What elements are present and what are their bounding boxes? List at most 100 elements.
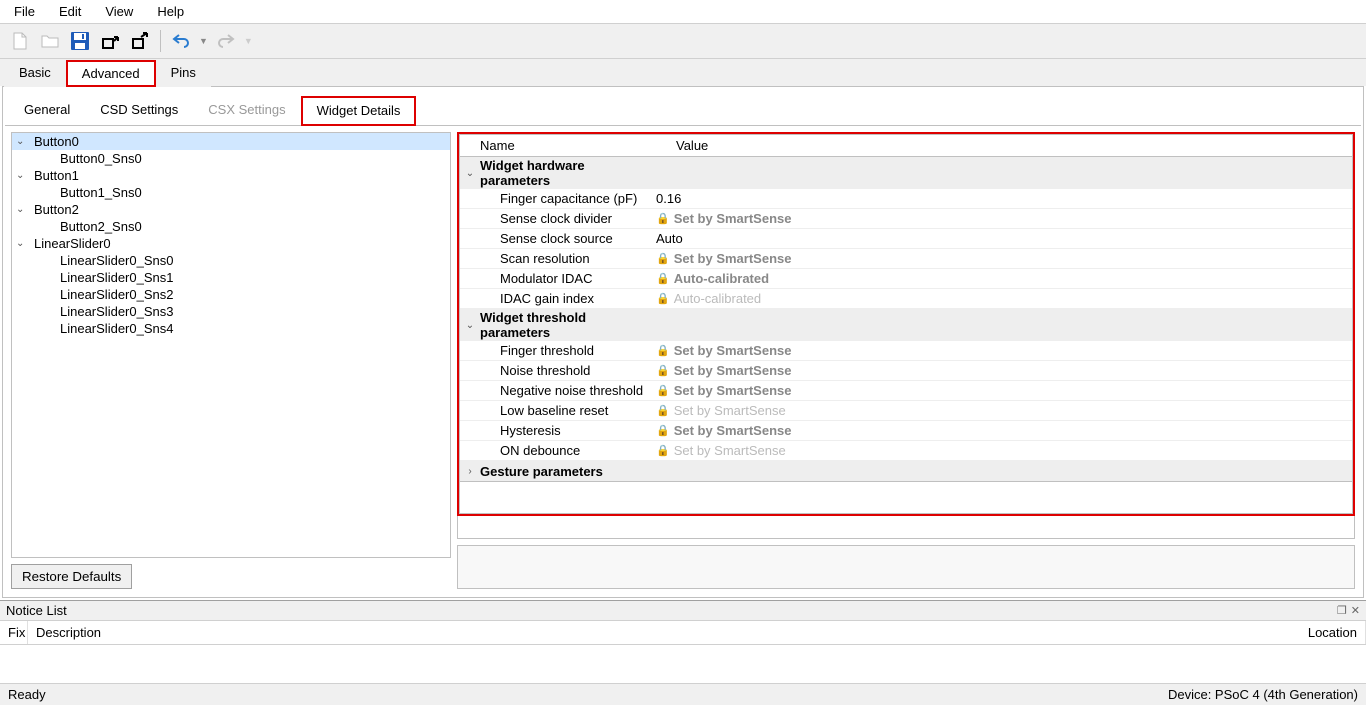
property-name: Sense clock divider <box>480 209 650 228</box>
tree-item-child[interactable]: Button2_Sns0 <box>12 218 450 235</box>
property-row[interactable]: Noise threshold🔒Set by SmartSense <box>460 361 1352 381</box>
property-grid-header: Name Value <box>460 135 1352 157</box>
tab-advanced[interactable]: Advanced <box>66 60 156 87</box>
status-right: Device: PSoC 4 (4th Generation) <box>1168 687 1358 702</box>
tree-item-parent[interactable]: ⌄Button0 <box>12 133 450 150</box>
tree-item-child[interactable]: LinearSlider0_Sns3 <box>12 303 450 320</box>
lock-icon: 🔒 <box>656 424 670 437</box>
tree-item-child[interactable]: LinearSlider0_Sns4 <box>12 320 450 337</box>
tree-item-label: Button1 <box>34 168 79 183</box>
property-value: Set by SmartSense <box>674 403 786 418</box>
menu-file[interactable]: File <box>4 2 45 21</box>
property-group-row[interactable]: ⌄Widget hardware parameters <box>460 157 1352 189</box>
undo-icon[interactable] <box>169 29 193 53</box>
menu-help[interactable]: Help <box>147 2 194 21</box>
property-value[interactable]: Auto <box>656 231 683 246</box>
new-file-icon[interactable] <box>8 29 32 53</box>
property-group-row[interactable]: ⌄Widget threshold parameters <box>460 309 1352 341</box>
property-row[interactable]: Finger capacitance (pF) 0.16 <box>460 189 1352 209</box>
menu-edit[interactable]: Edit <box>49 2 91 21</box>
subtab-csd-settings[interactable]: CSD Settings <box>85 96 193 126</box>
property-name: Negative noise threshold <box>480 381 650 400</box>
property-header-value: Value <box>670 135 1352 156</box>
property-row[interactable]: Low baseline reset🔒Set by SmartSense <box>460 401 1352 421</box>
property-group-row[interactable]: ›Gesture parameters <box>460 461 1352 481</box>
notice-restore-icon[interactable]: ❐ <box>1337 604 1347 617</box>
menu-view[interactable]: View <box>95 2 143 21</box>
property-name: Low baseline reset <box>480 401 650 420</box>
tree-item-child[interactable]: Button1_Sns0 <box>12 184 450 201</box>
notice-col-location[interactable]: Location <box>1286 621 1366 644</box>
menubar: File Edit View Help <box>0 0 1366 23</box>
notice-title-bar: Notice List ❐ ✕ <box>0 601 1366 620</box>
chevron-icon[interactable]: ⌄ <box>460 157 480 189</box>
chevron-down-icon: ⌄ <box>16 238 28 249</box>
property-row[interactable]: Scan resolution🔒Set by SmartSense <box>460 249 1352 269</box>
export-icon[interactable] <box>128 29 152 53</box>
property-group-title: Widget hardware parameters <box>480 157 650 189</box>
tree-item-parent[interactable]: ⌄ Button2 <box>12 201 450 218</box>
tree-item-label: LinearSlider0_Sns1 <box>60 270 173 285</box>
property-grid[interactable]: Name Value ⌄Widget hardware parametersFi… <box>459 134 1353 482</box>
lock-icon: 🔒 <box>656 384 670 397</box>
widget-tree[interactable]: ⌄Button0Button0_Sns0⌄Button1Button1_Sns0… <box>11 132 451 558</box>
tree-item-child[interactable]: LinearSlider0_Sns2 <box>12 286 450 303</box>
notice-col-fix[interactable]: Fix <box>0 621 28 644</box>
property-row[interactable]: Modulator IDAC🔒Auto-calibrated <box>460 269 1352 289</box>
chevron-down-icon: ⌄ <box>16 204 28 215</box>
property-grid-highlight: Name Value ⌄Widget hardware parametersFi… <box>457 132 1355 516</box>
property-value: Set by SmartSense <box>674 363 792 378</box>
property-name: IDAC gain index <box>480 289 650 308</box>
main-tabbar: Basic Advanced Pins <box>0 59 1366 86</box>
subtab-widget-details[interactable]: Widget Details <box>301 96 417 126</box>
property-description-box <box>457 545 1355 589</box>
notice-title-label: Notice List <box>6 603 67 618</box>
tree-item-parent[interactable]: ⌄LinearSlider0 <box>12 235 450 252</box>
open-folder-icon[interactable] <box>38 29 62 53</box>
tree-item-child[interactable]: Button0_Sns0 <box>12 150 450 167</box>
property-name: Sense clock source <box>480 229 650 248</box>
left-pane: ⌄Button0Button0_Sns0⌄Button1Button1_Sns0… <box>11 132 451 589</box>
lock-icon: 🔒 <box>656 344 670 357</box>
property-value: Set by SmartSense <box>674 211 792 226</box>
property-row[interactable]: Sense clock divider 🔒 Set by SmartSense <box>460 209 1352 229</box>
property-row[interactable]: Negative noise threshold🔒Set by SmartSen… <box>460 381 1352 401</box>
save-icon[interactable] <box>68 29 92 53</box>
redo-icon[interactable] <box>214 29 238 53</box>
tree-item-child[interactable]: LinearSlider0_Sns0 <box>12 252 450 269</box>
tab-pins[interactable]: Pins <box>156 60 211 87</box>
property-row[interactable]: Sense clock source Auto <box>460 229 1352 249</box>
chevron-icon[interactable]: › <box>460 461 480 481</box>
property-value[interactable]: 0.16 <box>656 191 681 206</box>
property-row[interactable]: ON debounce🔒Set by SmartSense <box>460 441 1352 461</box>
notice-close-icon[interactable]: ✕ <box>1351 604 1360 617</box>
notice-col-description[interactable]: Description <box>28 621 1286 644</box>
property-name: Noise threshold <box>480 361 650 380</box>
lock-icon: 🔒 <box>656 212 670 225</box>
notice-panel: Notice List ❐ ✕ Fix Description Location <box>0 600 1366 683</box>
property-row[interactable]: IDAC gain index🔒Auto-calibrated <box>460 289 1352 309</box>
tree-item-label: Button2_Sns0 <box>60 219 142 234</box>
tree-item-child[interactable]: LinearSlider0_Sns1 <box>12 269 450 286</box>
property-name: Modulator IDAC <box>480 269 650 288</box>
undo-dropdown-icon[interactable]: ▼ <box>199 36 208 46</box>
tree-item-label: Button2 <box>34 202 79 217</box>
property-header-name: Name <box>480 135 670 156</box>
status-bar: Ready Device: PSoC 4 (4th Generation) <box>0 683 1366 705</box>
subtab-general[interactable]: General <box>9 96 85 126</box>
redo-dropdown-icon[interactable]: ▼ <box>244 36 253 46</box>
content-pane: General CSD Settings CSX Settings Widget… <box>2 86 1364 598</box>
property-name: Finger capacitance (pF) <box>480 189 650 208</box>
tab-basic[interactable]: Basic <box>4 60 66 87</box>
tree-item-parent[interactable]: ⌄Button1 <box>12 167 450 184</box>
import-icon[interactable] <box>98 29 122 53</box>
chevron-icon[interactable]: ⌄ <box>460 309 480 341</box>
property-name: ON debounce <box>480 441 650 460</box>
property-value: Set by SmartSense <box>674 423 792 438</box>
restore-defaults-button[interactable]: Restore Defaults <box>11 564 132 589</box>
property-row[interactable]: Hysteresis🔒Set by SmartSense <box>460 421 1352 441</box>
lock-icon: 🔒 <box>656 444 670 457</box>
lock-icon: 🔒 <box>656 272 670 285</box>
property-row[interactable]: Finger threshold🔒Set by SmartSense <box>460 341 1352 361</box>
sub-tabbar: General CSD Settings CSX Settings Widget… <box>5 89 1361 126</box>
